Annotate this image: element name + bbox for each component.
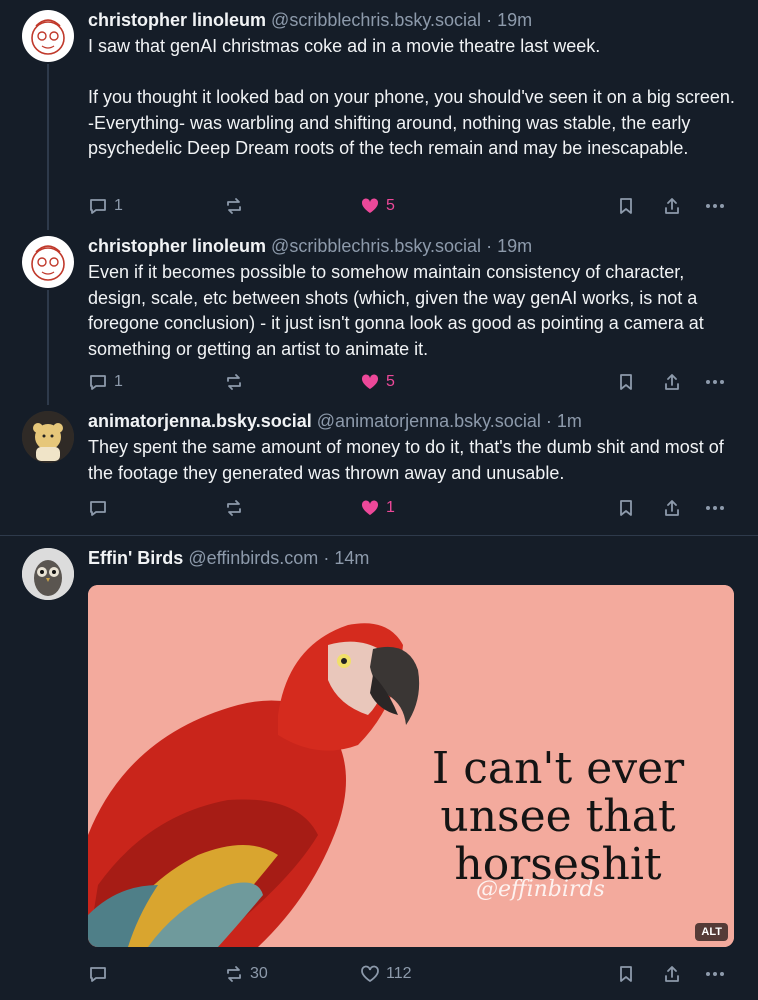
like-button[interactable]: 1 [360,495,395,521]
avatar-drawing [31,245,65,281]
bookmark-icon [620,966,632,982]
reply-icon [90,375,106,390]
like-count: 112 [386,965,412,982]
bookmark-icon [620,374,632,390]
bookmark-button[interactable] [616,961,636,987]
repost-icon [227,966,241,982]
post-time[interactable]: 14m [334,548,369,568]
repost-button[interactable] [224,369,250,395]
alt-badge[interactable]: ALT [695,923,728,941]
like-count: 1 [386,499,395,516]
separator-dot: · [545,411,552,431]
post[interactable]: christopher linoleum @scribblechris.bsky… [0,0,758,232]
reply-button[interactable] [88,495,114,521]
post[interactable]: animatorjenna.bsky.social @animatorjenna… [0,407,758,535]
author-name[interactable]: christopher linoleum [88,10,266,30]
post-actions: 1 [88,495,736,521]
post-header: animatorjenna.bsky.social @animatorjenna… [88,409,736,433]
avatar[interactable] [22,548,74,600]
repost-button[interactable]: 30 [224,961,268,987]
like-count: 5 [386,373,395,390]
post[interactable]: christopher linoleum @scribblechris.bsky… [0,232,758,407]
avatar[interactable] [22,411,74,463]
post-time[interactable]: 19m [497,10,532,30]
bookmark-icon [620,198,632,214]
share-button[interactable] [662,369,682,395]
avatar[interactable] [22,10,74,62]
share-icon [665,374,679,390]
reply-button[interactable] [88,961,114,987]
like-button[interactable]: 5 [360,369,395,395]
author-name[interactable]: christopher linoleum [88,236,266,256]
more-button[interactable] [704,193,726,219]
avatar[interactable] [22,236,74,288]
post-actions: 1 5 [88,193,736,219]
bookmark-button[interactable] [616,495,636,521]
image-watermark: @effinbirds [476,877,605,902]
avatar-plush-icon [22,411,74,463]
avatar-drawing [31,19,65,55]
heart-filled-icon [361,198,379,213]
share-button[interactable] [662,193,682,219]
repost-button[interactable] [224,193,250,219]
post-actions: 30 112 [88,961,736,987]
image-caption: I can't ever unsee that horseshit [431,743,685,890]
more-button[interactable] [704,961,726,987]
share-icon [665,198,679,214]
reply-icon [90,199,106,214]
author-handle[interactable]: @scribblechris.bsky.social [271,10,481,30]
more-button[interactable] [704,495,726,521]
reply-icon [90,501,106,516]
like-button[interactable]: 5 [360,193,395,219]
reply-count: 1 [114,373,123,390]
repost-icon [227,500,241,516]
share-button[interactable] [662,961,682,987]
reply-button[interactable]: 1 [88,369,123,395]
separator-dot: · [323,548,330,568]
separator-dot: · [486,10,493,30]
author-name[interactable]: animatorjenna.bsky.social [88,411,312,431]
author-handle[interactable]: @scribblechris.bsky.social [271,236,481,256]
repost-button[interactable] [224,495,250,521]
author-handle[interactable]: @effinbirds.com [188,548,318,568]
reply-count: 1 [114,197,123,214]
reply-button[interactable]: 1 [88,193,123,219]
post-time[interactable]: 1m [557,411,582,431]
heart-filled-icon [361,500,379,515]
repost-icon [227,198,241,214]
post-image[interactable]: I can't ever unsee that horseshit @effin… [88,585,734,947]
share-icon [665,966,679,982]
repost-icon [227,374,241,390]
post-header: christopher linoleum @scribblechris.bsky… [88,8,736,32]
heart-outline-icon [361,965,379,983]
more-icon [706,380,724,384]
more-icon [706,972,724,976]
more-icon [706,204,724,208]
author-name[interactable]: Effin' Birds [88,548,183,568]
like-button[interactable]: 112 [360,961,412,987]
separator-dot: · [486,236,493,256]
bookmark-button[interactable] [616,193,636,219]
reply-icon [90,967,106,982]
post-time[interactable]: 19m [497,236,532,256]
repost-count: 30 [250,965,268,982]
post-text: I saw that genAI christmas coke ad in a … [88,36,735,158]
post-header: Effin' Birds @effinbirds.com · 14m [88,546,736,570]
share-button[interactable] [662,495,682,521]
heart-filled-icon [361,374,379,389]
post-header: christopher linoleum @scribblechris.bsky… [88,234,736,258]
bookmark-icon [620,500,632,516]
author-handle[interactable]: @animatorjenna.bsky.social [317,411,541,431]
more-icon [706,506,724,510]
bookmark-button[interactable] [616,369,636,395]
post-text: They spent the same amount of money to d… [88,437,729,483]
post-actions: 1 5 [88,369,736,395]
more-button[interactable] [704,369,726,395]
post-text: Even if it becomes possible to somehow m… [88,262,709,359]
share-icon [665,500,679,516]
like-count: 5 [386,197,395,214]
owl-avatar-icon [22,548,74,600]
